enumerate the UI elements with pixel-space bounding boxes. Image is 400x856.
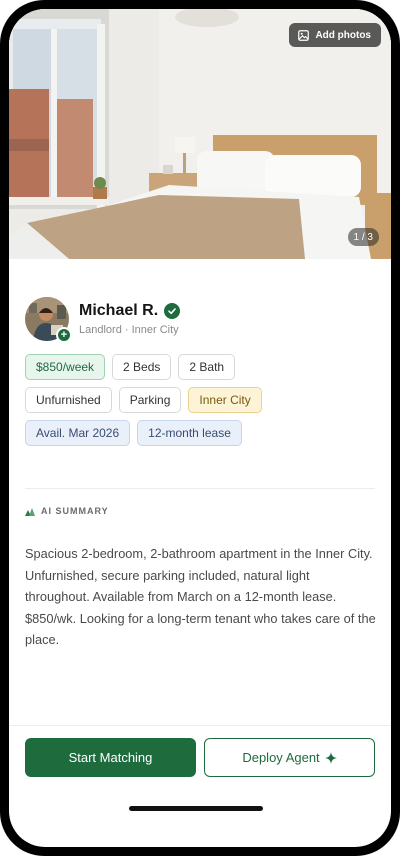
tag-row: Avail. Mar 2026 12-month lease	[25, 420, 377, 446]
tag-row: Unfurnished Parking Inner City	[25, 387, 377, 413]
ai-summary-header: AI SUMMARY	[25, 506, 109, 516]
screen: Add photos 1 / 3 + Michael R. Landlord ·…	[9, 9, 391, 847]
tag-price: $850/week	[25, 354, 106, 380]
verified-check-icon	[164, 303, 181, 319]
image-icon	[298, 29, 310, 41]
profile-text: Michael R. Landlord · Inner City	[79, 302, 181, 336]
add-badge-icon: +	[56, 327, 72, 343]
deploy-agent-label: Deploy Agent	[242, 750, 320, 765]
listing-photo[interactable]: Add photos 1 / 3	[9, 9, 391, 259]
ai-summary-label: AI SUMMARY	[41, 506, 109, 516]
section-divider	[25, 488, 375, 489]
ai-sparkle-icon	[25, 506, 35, 516]
tag-baths: 2 Bath	[178, 354, 236, 380]
landlord-subtitle: Landlord · Inner City	[79, 324, 179, 336]
tag-availability: Avail. Mar 2026	[25, 420, 131, 446]
action-bar-divider	[9, 725, 391, 726]
tag-location: Inner City	[188, 387, 262, 413]
tag-lease-term: 12-month lease	[137, 420, 242, 446]
deploy-agent-button[interactable]: Deploy Agent	[204, 738, 375, 777]
landlord-profile[interactable]: + Michael R. Landlord · Inner City	[25, 297, 181, 343]
avatar-wrapper: +	[25, 297, 72, 343]
tag-row: $850/week 2 Beds 2 Bath	[25, 354, 377, 380]
photo-counter: 1 / 3	[347, 228, 379, 246]
home-indicator[interactable]	[129, 806, 263, 811]
ai-summary-text: Spacious 2-bedroom, 2-bathroom apartment…	[25, 546, 376, 647]
tag-parking: Parking	[118, 387, 182, 413]
landlord-name: Michael R.	[79, 302, 159, 319]
sparkle-icon	[324, 751, 337, 764]
phone-frame: Add photos 1 / 3 + Michael R. Landlord ·…	[0, 0, 400, 856]
start-matching-label: Start Matching	[68, 750, 153, 765]
start-matching-button[interactable]: Start Matching	[25, 738, 196, 777]
listing-tags: $850/week 2 Beds 2 Bath Unfurnished Park…	[25, 354, 377, 453]
name-row: Michael R.	[79, 302, 181, 320]
tag-beds: 2 Beds	[112, 354, 172, 380]
add-photos-label: Add photos	[315, 29, 371, 41]
add-photos-button[interactable]: Add photos	[289, 23, 381, 47]
tag-furnishing: Unfurnished	[25, 387, 112, 413]
